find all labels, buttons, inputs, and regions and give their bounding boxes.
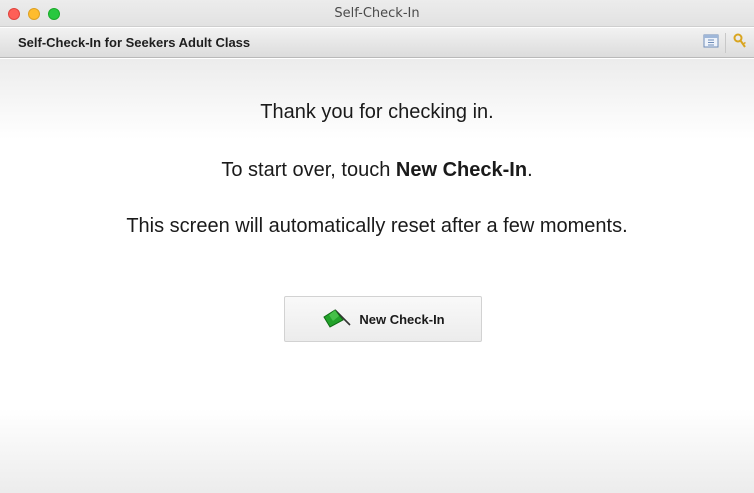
key-icon [733,33,747,54]
green-flag-icon [321,306,351,333]
page-header: Self-Check-In for Seekers Adult Class [0,28,754,58]
layout-button[interactable] [697,28,725,58]
minimize-window-button[interactable] [28,8,40,20]
thank-you-message: Thank you for checking in. [260,101,494,123]
key-button[interactable] [726,28,754,58]
window-controls [8,8,60,20]
new-check-in-button[interactable]: New Check-In [284,296,482,342]
start-over-message: To start over, touch New Check-In. [0,159,754,182]
auto-reset-message: This screen will automatically reset aft… [126,215,628,237]
page-title: Self-Check-In for Seekers Adult Class [18,35,251,50]
start-over-period: . [527,159,533,181]
main-content: Thank you for checking in. To start over… [0,59,754,493]
header-toolbar [697,28,754,58]
new-check-in-label: New Check-In [359,311,445,327]
start-over-text: To start over, touch [221,159,396,181]
start-over-button-name: New Check-In [395,159,528,181]
window-title: Self-Check-In [334,5,420,21]
close-window-button[interactable] [8,8,20,20]
zoom-window-button[interactable] [48,8,60,20]
title-bar: Self-Check-In [0,0,754,27]
window-layout-icon [703,34,719,53]
